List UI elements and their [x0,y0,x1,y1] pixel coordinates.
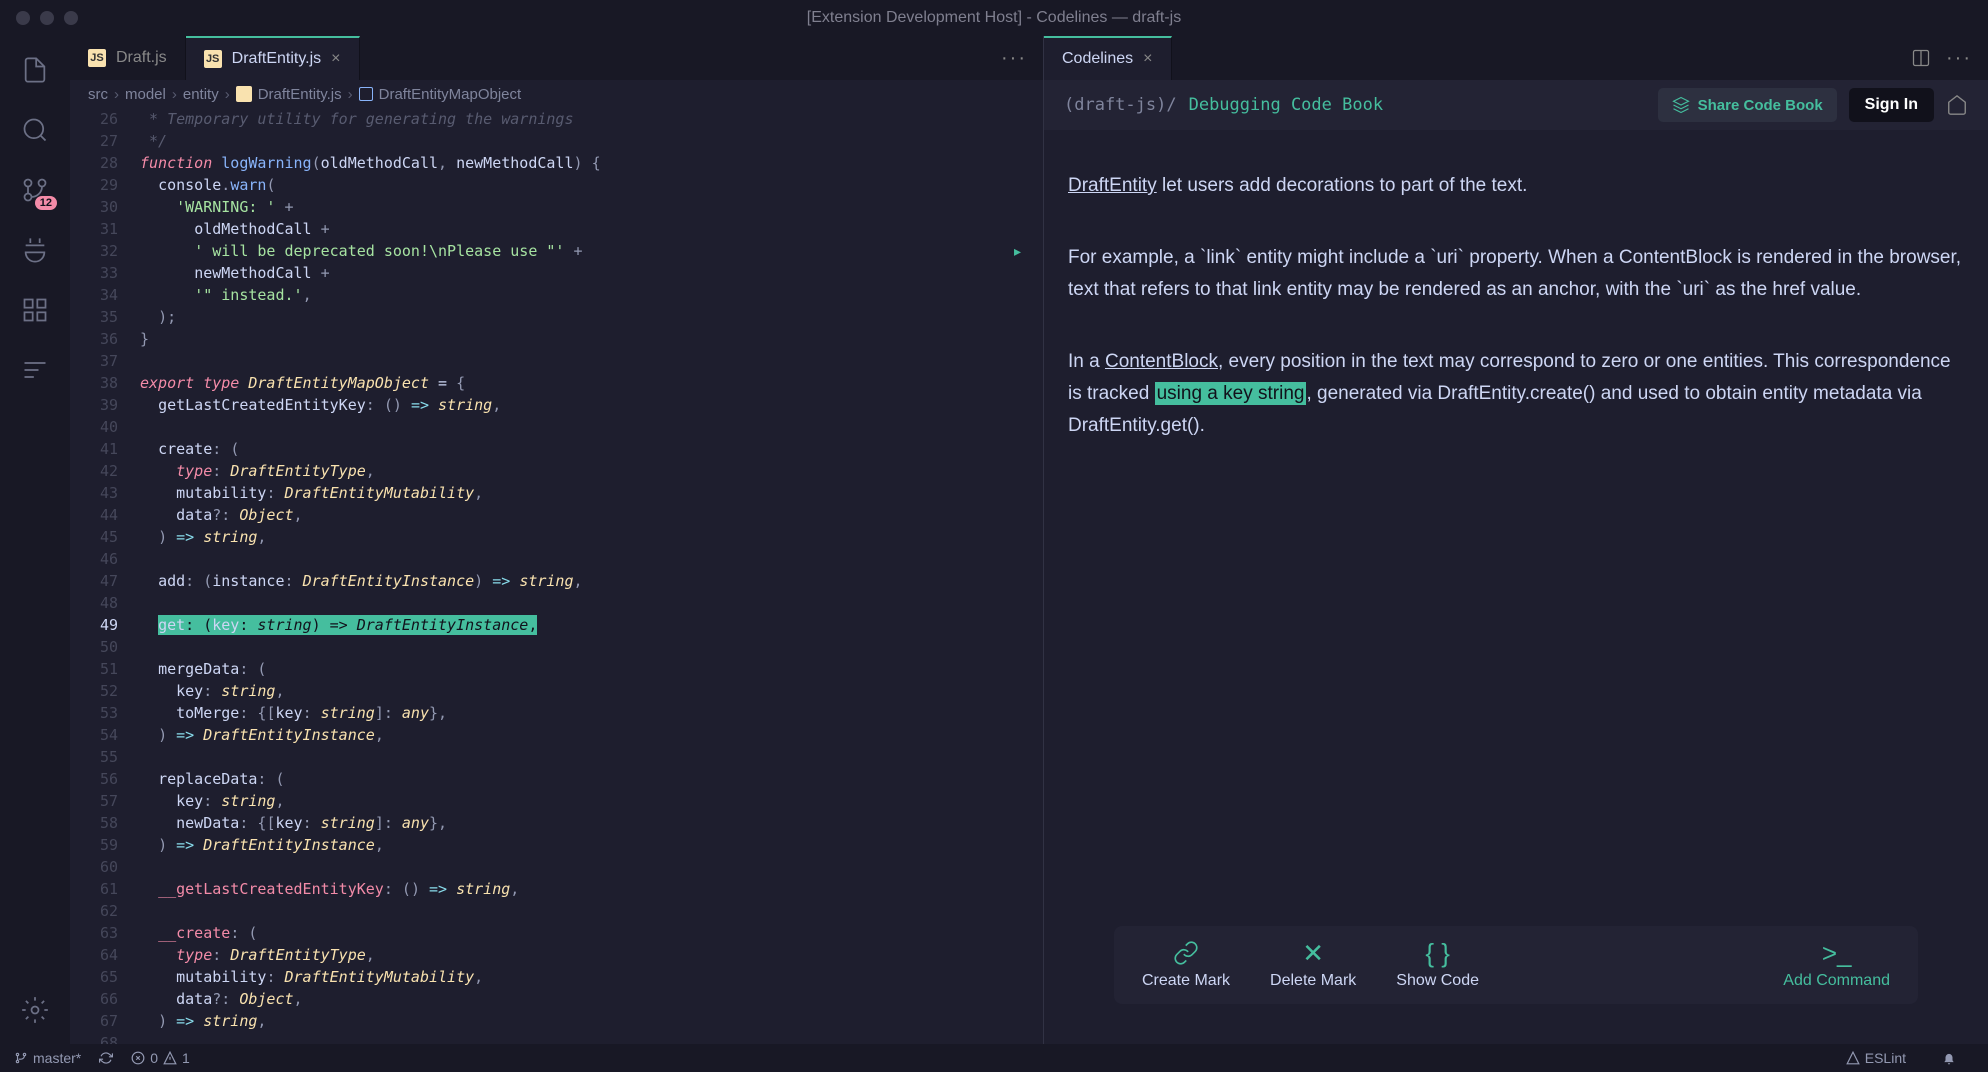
share-button[interactable]: Share Code Book [1658,88,1837,122]
tab-codelines[interactable]: Codelines × [1044,36,1172,80]
doc-paragraph: DraftEntity let users add decorations to… [1068,170,1964,202]
panel-actions[interactable]: ··· [1895,36,1988,80]
breadcrumbs[interactable]: src › model › entity › DraftEntity.js › … [70,80,1043,108]
breadcrumb-seg[interactable]: DraftEntityMapObject [379,86,522,103]
maximize-window-icon[interactable] [64,11,78,25]
signin-button[interactable]: Sign In [1849,88,1934,122]
status-branch[interactable]: master* [14,1050,81,1066]
terminal-icon: >_ [1824,940,1850,966]
doc-link-draftentity[interactable]: DraftEntity [1068,175,1157,196]
js-file-icon: JS [88,49,106,67]
codelines-icon[interactable] [19,354,51,386]
panel-header: (draft-js)/ Debugging Code Book Share Cod… [1044,80,1988,130]
extensions-icon[interactable] [19,294,51,326]
status-eslint[interactable]: ESLint [1846,1050,1906,1066]
breadcrumb-seg[interactable]: model [125,86,166,103]
status-bell[interactable] [1942,1051,1956,1065]
code-editor[interactable]: 2627282930313233343536373839404142434445… [70,108,1043,1044]
sync-icon [99,1051,113,1065]
line-number-gutter: 2627282930313233343536373839404142434445… [70,108,140,1044]
bell-icon [1942,1051,1956,1065]
statusbar: master* 0 1 ESLint [0,1044,1988,1072]
home-icon[interactable] [1946,94,1968,116]
editor-tabbar: JS Draft.js JS DraftEntity.js × ··· [70,36,1043,80]
titlebar: [Extension Development Host] - Codelines… [0,0,1988,36]
code-content[interactable]: * Temporary utility for generating the w… [140,108,1043,1044]
close-icon[interactable]: × [1143,50,1152,68]
action-show-code[interactable]: { } Show Code [1396,940,1479,990]
doc-paragraph: For example, a `link` entity might inclu… [1068,242,1964,306]
action-create-mark[interactable]: Create Mark [1142,940,1230,990]
tab-label: Codelines [1062,50,1133,68]
panel-group-right: Codelines × ··· (draft-js)/ Debugging Cod… [1044,36,1988,1044]
minimize-window-icon[interactable] [40,11,54,25]
tab-draft-js[interactable]: JS Draft.js [70,36,186,80]
settings-icon[interactable] [19,994,51,1026]
action-label: Delete Mark [1270,972,1356,990]
status-sync[interactable] [99,1051,113,1065]
chevron-right-icon: › [348,86,353,103]
split-icon[interactable] [1911,48,1931,68]
breadcrumb-seg[interactable]: src [88,86,108,103]
tab-label: Draft.js [116,49,167,67]
close-icon[interactable]: × [331,50,340,68]
chevron-right-icon: › [114,86,119,103]
warning-icon [1846,1051,1860,1065]
action-delete-mark[interactable]: ✕ Delete Mark [1270,940,1356,990]
x-icon: ✕ [1300,940,1326,966]
action-add-command[interactable]: >_ Add Command [1783,940,1890,990]
traffic-lights [0,11,78,25]
error-icon [131,1051,145,1065]
close-window-icon[interactable] [16,11,30,25]
panel-title[interactable]: Debugging Code Book [1189,95,1383,115]
action-label: Show Code [1396,972,1479,990]
editor-group-left: JS Draft.js JS DraftEntity.js × ··· src … [70,36,1044,1044]
git-branch-icon [14,1051,28,1065]
source-control-icon[interactable]: 12 [19,174,51,206]
tab-draftentity-js[interactable]: JS DraftEntity.js × [186,36,360,80]
doc-paragraph: In a ContentBlock, every position in the… [1068,346,1964,442]
main-area: 12 JS Draft.js JS DraftEntity.js × ··· [0,36,1988,1044]
panel-tabbar: Codelines × ··· [1044,36,1988,80]
chevron-right-icon: › [225,86,230,103]
doc-highlight: using a key string [1155,382,1307,405]
panel-content: DraftEntity let users add decorations to… [1044,130,1988,1044]
doc-link-contentblock[interactable]: ContentBlock [1105,351,1218,372]
warning-icon [163,1051,177,1065]
status-problems[interactable]: 0 1 [131,1050,190,1066]
js-file-icon [236,86,252,102]
tab-label: DraftEntity.js [232,50,322,68]
search-icon[interactable] [19,114,51,146]
split-handle-icon[interactable]: ▸ [1014,243,1028,253]
breadcrumb-seg[interactable]: DraftEntity.js [258,86,342,103]
window-title: [Extension Development Host] - Codelines… [807,9,1181,27]
activity-bar: 12 [0,36,70,1044]
cube-icon [1672,96,1690,114]
action-bar: Create Mark ✕ Delete Mark { } Show Code … [1114,926,1918,1004]
action-label: Add Command [1783,972,1890,990]
panel-path: (draft-js)/ [1064,95,1177,115]
share-label: Share Code Book [1698,97,1823,114]
scm-badge: 12 [35,196,57,210]
explorer-icon[interactable] [19,54,51,86]
debug-icon[interactable] [19,234,51,266]
signin-label: Sign In [1865,96,1918,113]
chevron-right-icon: › [172,86,177,103]
braces-icon: { } [1425,940,1451,966]
symbol-icon [359,87,373,101]
js-file-icon: JS [204,50,222,68]
link-icon [1173,940,1199,966]
editor-more-actions[interactable]: ··· [985,36,1043,80]
action-label: Create Mark [1142,972,1230,990]
doc-text: In a [1068,351,1105,372]
doc-text: let users add decorations to part of the… [1157,175,1528,196]
breadcrumb-seg[interactable]: entity [183,86,219,103]
